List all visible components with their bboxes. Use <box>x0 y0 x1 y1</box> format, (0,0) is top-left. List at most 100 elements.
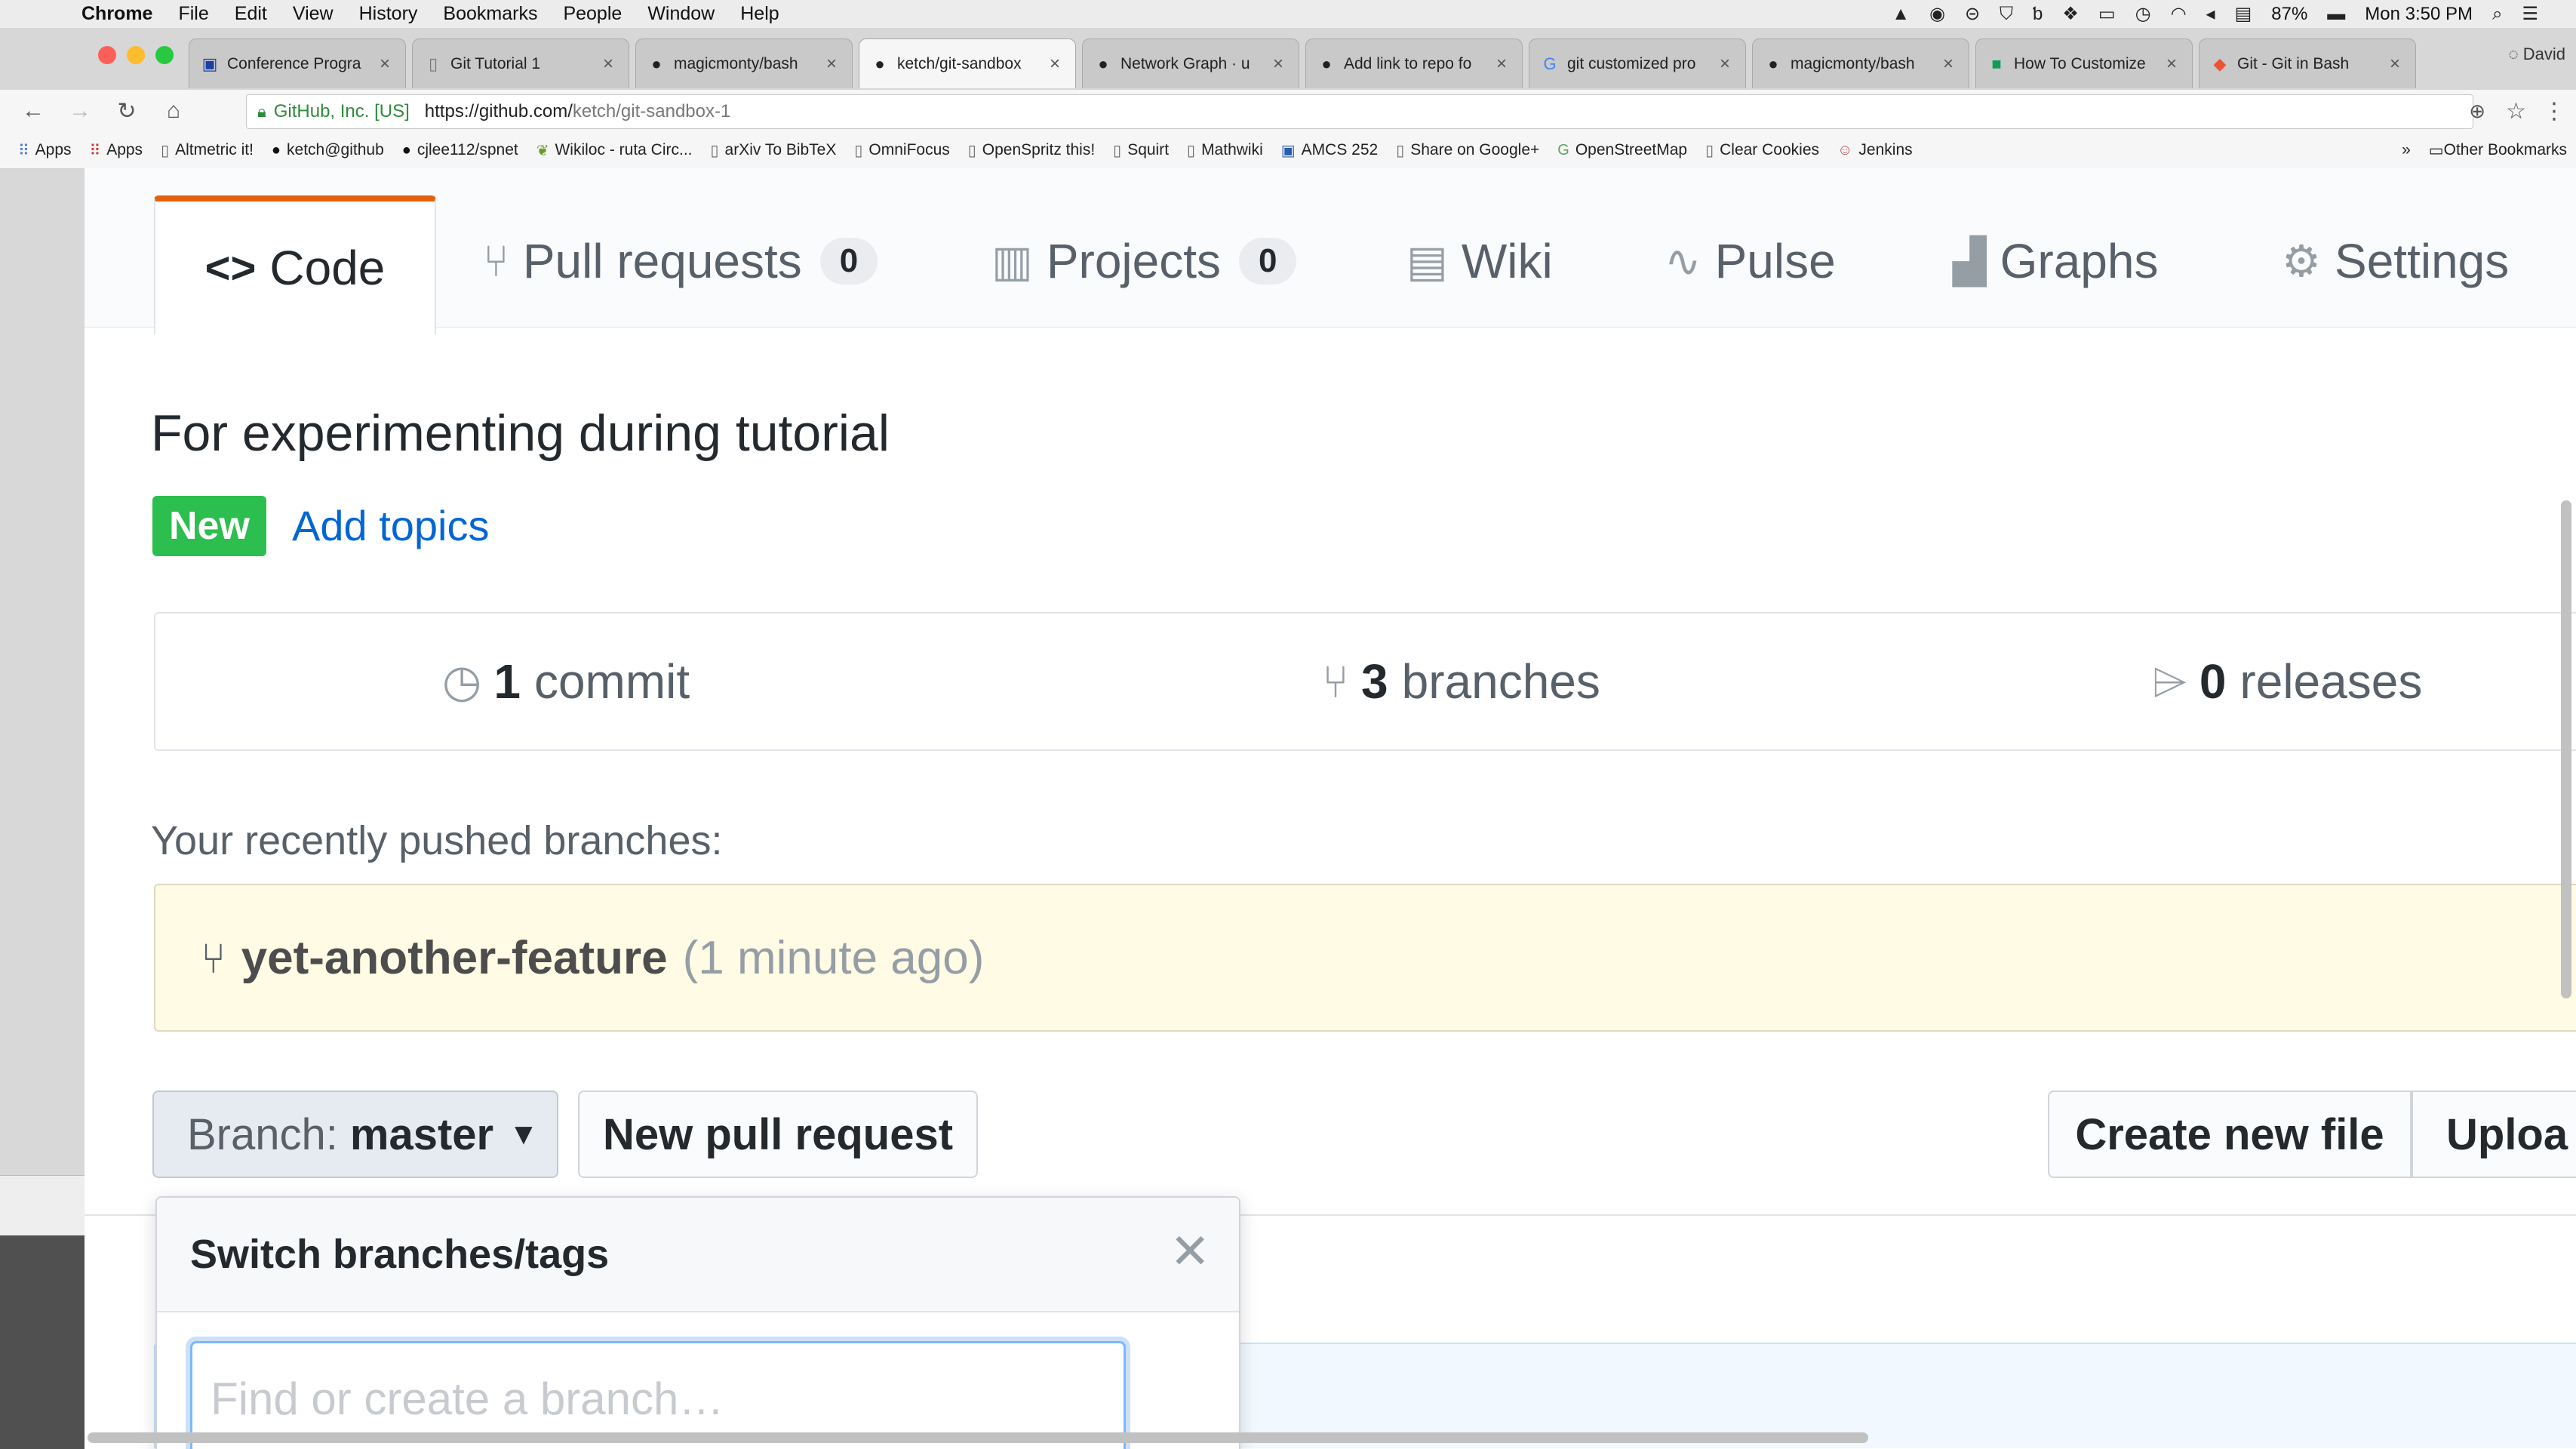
bookmark-item[interactable]: ● ketch@github <box>272 141 384 159</box>
battery-icon[interactable]: ▬ <box>2327 4 2345 25</box>
vertical-scrollbar[interactable] <box>2561 500 2571 998</box>
browser-tab-active[interactable]: ● ketch/git-sandbox × <box>859 38 1076 88</box>
book-icon: ▤ <box>1406 237 1448 286</box>
minimize-window-button[interactable] <box>127 46 145 64</box>
url-text[interactable]: https://github.com/ketch/git-sandbox-1 <box>425 101 731 122</box>
tab-code[interactable]: <> Code <box>154 195 436 334</box>
branches-link[interactable]: ⑂ 3 branches <box>1322 614 1600 749</box>
releases-link[interactable]: ⌲ 0 releases <box>2152 614 2422 749</box>
bookmark-item[interactable]: ▯ Squirt <box>1113 141 1169 160</box>
tab-projects[interactable]: ▥ Projects 0 <box>991 195 1297 327</box>
spotlight-icon[interactable]: ⌕ <box>2492 4 2502 25</box>
sync-icon[interactable]: ⊝ <box>1965 3 1980 25</box>
menu-help[interactable]: Help <box>740 3 779 25</box>
tab-wiki[interactable]: ▤ Wiki <box>1406 195 1553 327</box>
clock[interactable]: Mon 3:50 PM <box>2365 4 2473 25</box>
tab-projects-label: Projects <box>1046 234 1221 288</box>
browser-tab[interactable]: ◆ Git - Git in Bash × <box>2199 38 2416 88</box>
zoom-window-button[interactable] <box>155 46 174 64</box>
other-bookmarks[interactable]: » ▭ Other Bookmarks <box>2402 141 2567 160</box>
close-tab-icon[interactable]: × <box>2390 54 2405 75</box>
bookmark-item[interactable]: ● cjlee112/spnet <box>402 141 518 159</box>
url-host: https://github.com/ <box>424 101 573 122</box>
bookmark-item[interactable]: ▯ arXiv To BibTeX <box>711 141 837 160</box>
browser-tab[interactable]: ■ How To Customize × <box>1975 38 2193 88</box>
horizontal-scrollbar[interactable] <box>88 1432 1868 1443</box>
menu-view[interactable]: View <box>293 3 334 25</box>
close-tab-icon[interactable]: × <box>1943 54 1958 75</box>
menu-edit[interactable]: Edit <box>235 3 267 25</box>
browser-tab[interactable]: ● magicmonty/bash × <box>1752 38 1969 88</box>
close-tab-icon[interactable]: × <box>603 54 618 75</box>
commits-link[interactable]: ◷ 1 commit <box>442 614 690 749</box>
close-tab-icon[interactable]: × <box>2166 54 2181 75</box>
menu-kebab-icon[interactable]: ⋮ <box>2543 98 2565 125</box>
forward-arrow-icon[interactable]: → <box>66 98 94 124</box>
password-icon[interactable]: ◉ <box>1929 3 1945 25</box>
back-arrow-icon[interactable]: ← <box>20 98 47 124</box>
new-pull-request-button[interactable]: New pull request <box>578 1091 978 1178</box>
close-tab-icon[interactable]: × <box>1273 54 1288 75</box>
zoom-icon[interactable]: ⊕ <box>2469 100 2485 123</box>
menu-app-name[interactable]: Chrome <box>81 3 152 25</box>
close-tab-icon[interactable]: × <box>1720 54 1735 75</box>
browser-tab[interactable]: ● Add link to repo fo × <box>1305 38 1523 88</box>
bookmark-item[interactable]: ☺ Jenkins <box>1837 141 1913 159</box>
menu-file[interactable]: File <box>178 3 208 25</box>
bookmark-item[interactable]: G OpenStreetMap <box>1557 141 1687 159</box>
bookmark-item[interactable]: ▯ Mathwiki <box>1187 141 1263 160</box>
lock-icon[interactable]: 🔒︎ <box>257 102 266 122</box>
close-tab-icon[interactable]: × <box>1050 54 1065 75</box>
volume-icon[interactable]: ◂ <box>2206 3 2215 25</box>
dropbox-icon[interactable]: ❖ <box>2062 3 2079 25</box>
browser-tab[interactable]: G git customized pro × <box>1529 38 1746 88</box>
wifi-icon[interactable]: ◠ <box>2171 3 2187 25</box>
menu-window[interactable]: Window <box>647 3 715 25</box>
tab-settings[interactable]: ⚙ Settings <box>2282 195 2509 327</box>
airplay-icon[interactable]: ▭ <box>2098 3 2116 25</box>
bookmark-item[interactable]: ▣ AMCS 252 <box>1281 141 1378 160</box>
site-identity[interactable]: GitHub, Inc. [US] <box>274 101 410 122</box>
browser-tab[interactable]: ▯ Git Tutorial 1 × <box>412 38 629 88</box>
bookmark-item[interactable]: ▯ OmniFocus <box>854 141 949 160</box>
create-new-file-button[interactable]: Create new file <box>2048 1091 2412 1178</box>
b-icon[interactable]: ƅ <box>2033 4 2043 25</box>
branches-label: branches <box>1401 654 1600 709</box>
bookmark-star-icon[interactable]: ☆ <box>2506 98 2526 125</box>
close-tab-icon[interactable]: × <box>1496 54 1511 75</box>
shield-icon[interactable]: ⛉ <box>2000 4 2013 25</box>
flag-icon[interactable]: ▤ <box>2235 3 2252 25</box>
upload-files-button[interactable]: Uploa <box>2412 1091 2576 1178</box>
profile-button[interactable]: ◌ David <box>2509 45 2565 64</box>
close-tab-icon[interactable]: × <box>380 54 395 75</box>
bookmark-item[interactable]: ▯ Altmetric it! <box>161 141 254 160</box>
recent-branch-name[interactable]: yet-another-feature <box>241 931 668 985</box>
menu-people[interactable]: People <box>563 3 622 25</box>
tab-pulse[interactable]: ∿ Pulse <box>1665 195 1836 327</box>
drive-icon[interactable]: ▲ <box>1892 4 1910 25</box>
chevron-double-right-icon[interactable]: » <box>2402 141 2411 159</box>
branch-select-button[interactable]: Branch: master ▼ <box>152 1091 558 1178</box>
bookmark-apps[interactable]: ⠿ Apps <box>18 141 72 160</box>
address-bar[interactable]: 🔒︎ GitHub, Inc. [US] https://github.com/… <box>246 94 2473 129</box>
home-icon[interactable]: ⌂ <box>160 98 187 124</box>
bookmark-item[interactable]: ❦ Wikiloc - ruta Circ... <box>536 141 693 160</box>
bookmark-item[interactable]: ▯ Clear Cookies <box>1705 141 1819 160</box>
bookmark-item[interactable]: ⠿ Apps <box>90 141 143 160</box>
reload-icon[interactable]: ↻ <box>113 98 140 125</box>
browser-tab[interactable]: ▣ Conference Progra × <box>189 38 406 88</box>
menu-bookmarks[interactable]: Bookmarks <box>443 3 537 25</box>
bookmark-item[interactable]: ▯ Share on Google+ <box>1396 141 1539 160</box>
close-window-button[interactable] <box>98 46 116 64</box>
tab-pull-requests[interactable]: ⑂ Pull requests 0 <box>483 195 878 327</box>
add-topics-link[interactable]: Add topics <box>292 497 490 555</box>
menu-history[interactable]: History <box>359 3 418 25</box>
close-icon[interactable]: ✕ <box>1170 1223 1210 1280</box>
browser-tab[interactable]: ● Network Graph · u × <box>1082 38 1299 88</box>
bookmark-item[interactable]: ▯ OpenSpritz this! <box>968 141 1095 160</box>
close-tab-icon[interactable]: × <box>826 54 841 75</box>
timemachine-icon[interactable]: ◷ <box>2135 3 2151 25</box>
notification-center-icon[interactable]: ☰ <box>2522 3 2538 25</box>
tab-graphs[interactable]: ▟ Graphs <box>1953 195 2158 327</box>
browser-tab[interactable]: ● magicmonty/bash × <box>635 38 853 88</box>
